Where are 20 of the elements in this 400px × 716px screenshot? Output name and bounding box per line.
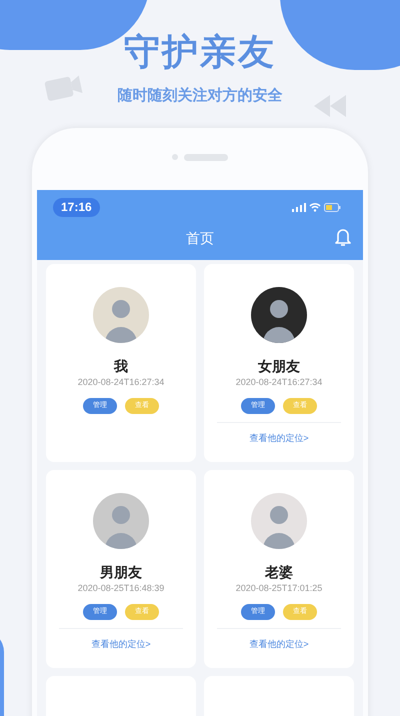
battery-icon xyxy=(324,203,341,212)
status-time: 17:16 xyxy=(53,198,100,217)
bell-icon[interactable] xyxy=(335,227,351,247)
speaker-slot xyxy=(184,154,228,160)
page-title: 首页 xyxy=(186,229,214,248)
timestamp: 2020-08-24T16:27:34 xyxy=(78,376,164,388)
wifi-icon xyxy=(309,203,321,212)
contact-name: 女朋友 xyxy=(258,357,300,375)
contact-name: 男朋友 xyxy=(100,563,142,581)
contact-name: 老婆 xyxy=(265,563,293,581)
headline: 守护亲友 xyxy=(124,30,276,74)
location-link[interactable]: 查看他的定位> xyxy=(249,432,309,444)
location-link[interactable]: 查看他的定位> xyxy=(91,638,151,650)
location-link[interactable]: 查看他的定位> xyxy=(249,638,309,650)
subtitle: 随时随刻关注对方的安全 xyxy=(118,86,282,106)
contact-name: 我 xyxy=(114,357,128,375)
signal-icon xyxy=(292,203,306,212)
timestamp: 2020-08-24T16:27:34 xyxy=(236,376,322,388)
timestamp: 2020-08-25T16:48:39 xyxy=(78,582,164,594)
timestamp: 2020-08-25T17:01:25 xyxy=(236,582,322,594)
